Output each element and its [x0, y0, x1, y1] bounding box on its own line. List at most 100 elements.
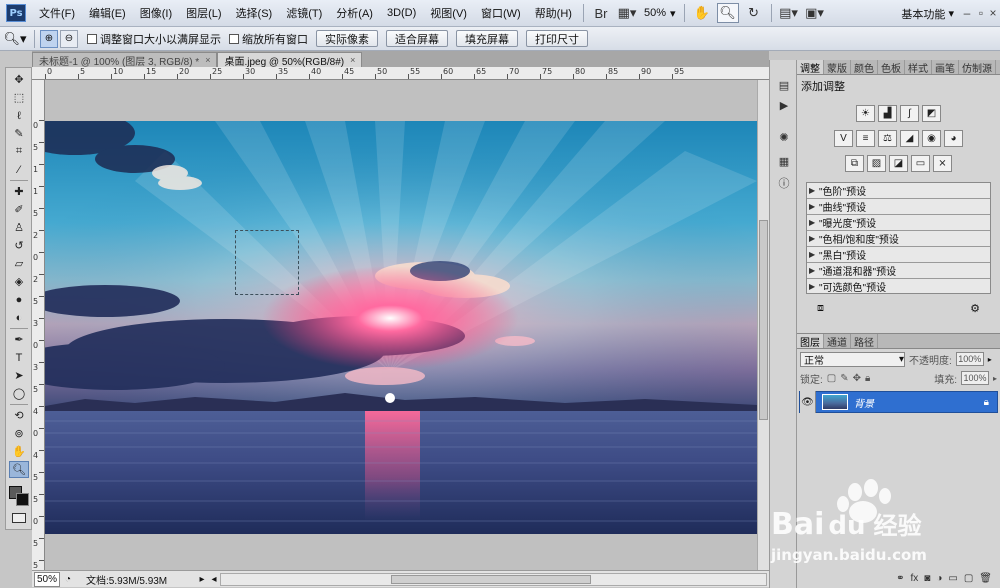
checkbox-box[interactable]	[229, 33, 239, 44]
gradient-map-icon[interactable]: ▭	[911, 155, 930, 172]
path-selection-tool-icon[interactable]: ➤	[9, 367, 29, 384]
print-size-button[interactable]: 打印尺寸	[526, 30, 588, 47]
move-tool-icon[interactable]: ✥	[9, 71, 29, 88]
opacity-arrow-icon[interactable]: ▸	[988, 355, 992, 364]
zoom-tool-icon[interactable]: 🔍︎	[9, 461, 29, 478]
panel-tab[interactable]: 颜色	[851, 60, 878, 75]
scrollbar-thumb[interactable]	[391, 574, 591, 584]
photoshop-logo-icon[interactable]: Ps	[6, 4, 26, 22]
expand-triangle-icon[interactable]: ▶	[809, 186, 819, 195]
panel-tab[interactable]: 仿制源	[959, 60, 996, 75]
expand-triangle-icon[interactable]: ▶	[809, 266, 819, 275]
horizontal-scrollbar[interactable]	[220, 572, 767, 586]
blur-tool-icon[interactable]: ●	[9, 291, 29, 308]
close-icon[interactable]: ×	[205, 55, 210, 65]
lock-position-icon[interactable]: ✥	[853, 373, 861, 384]
actions-panel-icon[interactable]: ▶	[774, 96, 794, 114]
zoom-in-icon[interactable]: ⊕	[40, 29, 58, 48]
eye-icon[interactable]: 👁︎	[800, 391, 816, 413]
expand-triangle-icon[interactable]: ▶	[809, 218, 819, 227]
menu-item[interactable]: 文件(F)	[32, 0, 82, 27]
panel-tab[interactable]: 图层	[797, 334, 824, 349]
history-panel-icon[interactable]: ▤	[774, 76, 794, 94]
type-tool-icon[interactable]: T	[9, 349, 29, 366]
zoom-level-dropdown[interactable]: 50% ▾	[640, 7, 680, 20]
panel-tab[interactable]: 画笔	[932, 60, 959, 75]
new-adjustment-icon[interactable]: ◑	[936, 573, 942, 584]
background-color-swatch[interactable]	[16, 493, 29, 506]
panel-tab[interactable]: 色板	[878, 60, 905, 75]
menu-item[interactable]: 选择(S)	[229, 0, 280, 27]
zoom-out-icon[interactable]: ⊖	[60, 29, 78, 48]
tab-untitled-1[interactable]: 未标题-1 @ 100% (图层 3, RGB/8) * ×	[32, 52, 218, 68]
clip-to-layer-icon[interactable]: ⧈	[817, 302, 824, 316]
dodge-tool-icon[interactable]: ◐	[9, 309, 29, 326]
fill-screen-button[interactable]: 填充屏幕	[456, 30, 518, 47]
fill-arrow-icon[interactable]: ▸	[993, 374, 997, 383]
workspace-switcher[interactable]: 基本功能 ▾	[901, 0, 954, 27]
menu-item[interactable]: 图层(L)	[179, 0, 228, 27]
healing-brush-tool-icon[interactable]: ✚	[9, 183, 29, 200]
expand-triangle-icon[interactable]: ▶	[809, 282, 819, 291]
selective-color-icon[interactable]: ⨯	[933, 155, 952, 172]
minimize-icon[interactable]: –	[960, 6, 974, 20]
menu-item[interactable]: 3D(D)	[380, 0, 423, 27]
menu-item[interactable]: 分析(A)	[329, 0, 380, 27]
close-icon[interactable]: ×	[986, 6, 1000, 20]
quick-mask-icon[interactable]	[12, 513, 26, 523]
menu-item[interactable]: 图像(I)	[133, 0, 179, 27]
channel-mixer-icon[interactable]: ◕	[944, 130, 963, 147]
fit-screen-button[interactable]: 适合屏幕	[386, 30, 448, 47]
lock-all-icon[interactable]: 🔒︎	[865, 373, 870, 384]
canvas-area[interactable]	[45, 80, 757, 570]
bridge-icon[interactable]: Br	[590, 3, 612, 23]
view-extras-icon[interactable]: ▦▾	[616, 3, 638, 23]
resize-windows-checkbox[interactable]: 调整窗口大小以满屏显示	[87, 31, 221, 47]
zoom-tool-preset-icon[interactable]: 🔍︎▾	[0, 29, 30, 49]
lock-transparent-icon[interactable]: ▢	[827, 373, 836, 384]
lasso-tool-icon[interactable]: ℓ	[9, 107, 29, 124]
expand-triangle-icon[interactable]: ▶	[809, 250, 819, 259]
menu-item[interactable]: 视图(V)	[423, 0, 474, 27]
blend-mode-dropdown[interactable]: 正常 ▾	[800, 351, 905, 367]
menu-item[interactable]: 帮助(H)	[528, 0, 579, 27]
shape-tool-icon[interactable]: ◯	[9, 385, 29, 402]
preset-item[interactable]: ▶ "曝光度"预设	[807, 215, 990, 231]
preset-item[interactable]: ▶ "色相/饱和度"预设	[807, 231, 990, 247]
expand-triangle-icon[interactable]: ▶	[809, 202, 819, 211]
panel-tab[interactable]: 样式	[905, 60, 932, 75]
curves-icon[interactable]: ∫	[900, 105, 919, 122]
link-layers-icon[interactable]: ⚭	[896, 573, 904, 584]
layer-row-background[interactable]: 👁︎ 背景 🔒︎	[799, 391, 998, 413]
hand-tool-icon[interactable]: ✋	[691, 3, 713, 23]
preset-item[interactable]: ▶ "可选颜色"预设	[807, 279, 990, 293]
new-layer-icon[interactable]: ▢	[964, 573, 973, 584]
paint-bucket-tool-icon[interactable]: ◈	[9, 273, 29, 290]
fill-field[interactable]: 100%	[960, 371, 989, 385]
rotate-view-icon[interactable]: ↻	[743, 3, 765, 23]
adjustments-menu-icon[interactable]: ⚙	[970, 302, 980, 316]
scroll-left-arrow-icon[interactable]: ◂	[208, 574, 220, 585]
hue-saturation-icon[interactable]: ≡	[856, 130, 875, 147]
preset-item[interactable]: ▶ "曲线"预设	[807, 199, 990, 215]
preset-item[interactable]: ▶ "色阶"预设	[807, 183, 990, 199]
panel-tab[interactable]: 调整	[797, 60, 824, 75]
delete-layer-icon[interactable]: 🗑︎	[979, 573, 992, 584]
preset-item[interactable]: ▶ "通道混和器"预设	[807, 263, 990, 279]
layer-style-icon[interactable]: fx	[911, 573, 919, 584]
exposure-icon[interactable]: ◩	[922, 105, 941, 122]
brush-tool-icon[interactable]: ✐	[9, 201, 29, 218]
menu-item[interactable]: 窗口(W)	[474, 0, 528, 27]
document-image[interactable]	[45, 121, 757, 534]
marquee-tool-icon[interactable]: ⬚	[9, 89, 29, 106]
quick-selection-tool-icon[interactable]: ✎	[9, 125, 29, 142]
levels-icon[interactable]: ▟	[878, 105, 897, 122]
menu-item[interactable]: 编辑(E)	[82, 0, 133, 27]
threshold-icon[interactable]: ◪	[889, 155, 908, 172]
status-info-icon[interactable]: ◔	[60, 574, 76, 585]
new-group-icon[interactable]: ▭	[948, 573, 957, 584]
histogram-panel-icon[interactable]: ▦	[774, 152, 794, 170]
vibrance-icon[interactable]: V	[834, 130, 853, 147]
add-mask-icon[interactable]: ◙	[924, 573, 930, 584]
arrange-documents-icon[interactable]: ▤▾	[778, 3, 800, 23]
